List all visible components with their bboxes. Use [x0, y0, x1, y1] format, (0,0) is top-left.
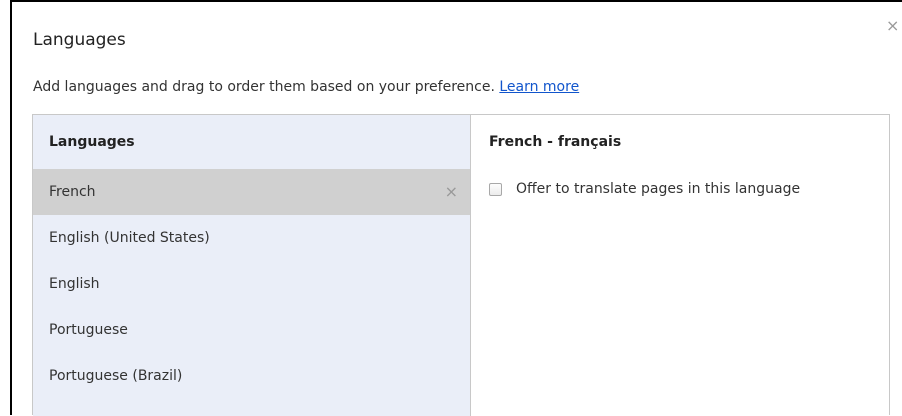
- description-text: Add languages and drag to order them bas…: [33, 79, 495, 95]
- remove-icon[interactable]: ×: [445, 169, 458, 215]
- close-icon[interactable]: ×: [886, 18, 899, 34]
- language-item-english[interactable]: English: [33, 261, 470, 307]
- offer-translate-option[interactable]: Offer to translate pages in this languag…: [489, 179, 800, 199]
- offer-translate-checkbox[interactable]: [489, 182, 502, 196]
- language-item-label: English (United States): [49, 230, 210, 246]
- detail-title: French - français: [489, 134, 622, 150]
- language-item-french[interactable]: French ×: [33, 169, 470, 215]
- language-item-label: French: [49, 184, 96, 200]
- language-item-label: Portuguese: [49, 322, 128, 338]
- language-list: Languages French × English (United State…: [33, 115, 471, 416]
- language-item-label: Portuguese (Brazil): [49, 368, 183, 384]
- window-frame-top: [10, 0, 902, 2]
- dialog-description: Add languages and drag to order them bas…: [33, 79, 579, 95]
- language-item-label: English: [49, 276, 100, 292]
- languages-panel: Languages French × English (United State…: [32, 114, 890, 416]
- language-list-header: Languages: [49, 134, 135, 150]
- languages-dialog: Languages × Add languages and drag to or…: [0, 0, 902, 416]
- offer-translate-label[interactable]: Offer to translate pages in this languag…: [516, 181, 800, 197]
- language-item-english-us[interactable]: English (United States): [33, 215, 470, 261]
- language-detail-pane: French - français Offer to translate pag…: [471, 115, 889, 416]
- language-item-portuguese-brazil[interactable]: Portuguese (Brazil): [33, 353, 470, 399]
- dialog-title: Languages: [33, 30, 126, 50]
- window-frame-left: [10, 0, 12, 415]
- learn-more-link[interactable]: Learn more: [499, 79, 579, 95]
- language-item-portuguese[interactable]: Portuguese: [33, 307, 470, 353]
